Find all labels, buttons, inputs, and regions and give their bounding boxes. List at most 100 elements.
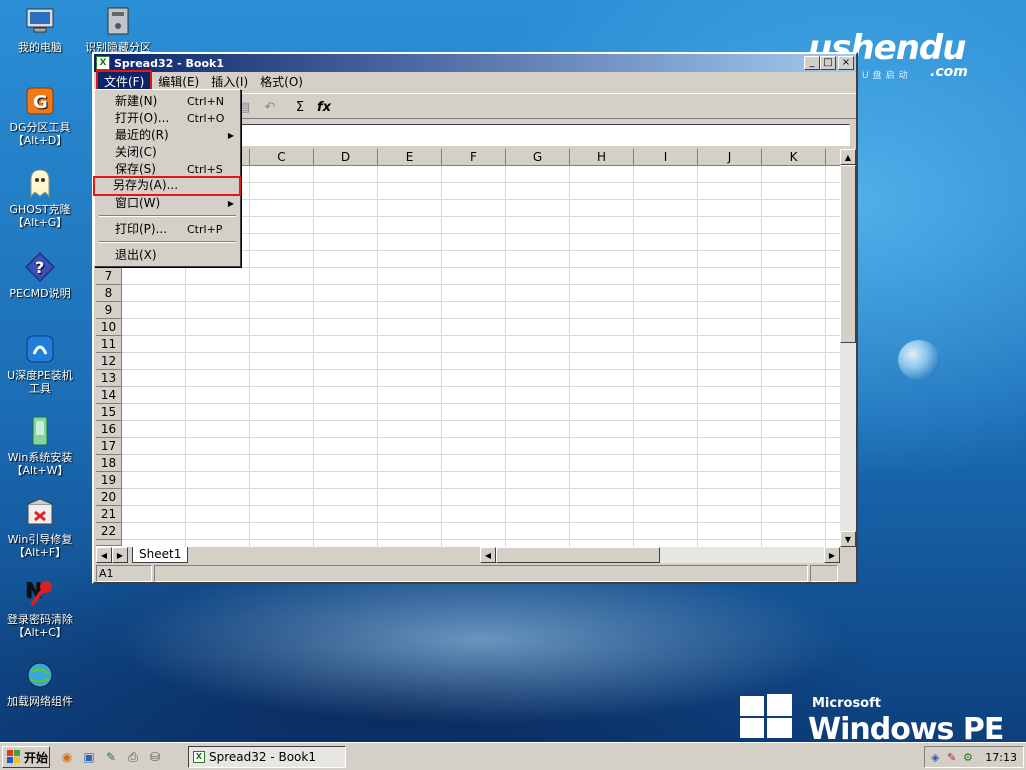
row-header[interactable]: 16 <box>96 421 122 438</box>
row-header[interactable]: 13 <box>96 370 122 387</box>
desktop-icon-password-clear[interactable]: N 登录密码清除 【Alt+C】 <box>0 576 80 639</box>
row-header[interactable]: 7 <box>96 268 122 285</box>
scroll-down-icon[interactable]: ▼ <box>840 531 856 547</box>
row-header-partial[interactable] <box>96 540 122 546</box>
horizontal-scrollbar[interactable]: ◀ ▶ <box>480 547 840 563</box>
desktop-icon-network[interactable]: 加载网络组件 <box>0 658 80 708</box>
tray-edit-icon[interactable]: ✎ <box>947 751 956 764</box>
sheet-tab-bar: ◀ ▶ Sheet1 ◀ ▶ <box>96 547 856 563</box>
installer-icon <box>23 332 57 366</box>
row-header[interactable]: 18 <box>96 455 122 472</box>
window-title: Spread32 - Book1 <box>114 56 224 70</box>
repair-icon <box>23 496 57 530</box>
vertical-scrollbar[interactable]: ▲ ▼ <box>840 149 856 547</box>
row-header[interactable]: 22 <box>96 523 122 540</box>
close-button[interactable]: × <box>838 56 854 70</box>
maximize-icon: □ <box>823 57 833 68</box>
column-header[interactable]: C <box>250 149 314 166</box>
grid-row-line <box>122 454 840 455</box>
desktop-icon-boot-repair[interactable]: Win引导修复 【Alt+F】 <box>0 496 80 559</box>
grid-column-line <box>377 166 378 547</box>
desktop-icon-label: 登录密码清除 【Alt+C】 <box>7 613 73 639</box>
title-bar[interactable]: X Spread32 - Book1 <box>94 54 856 72</box>
desktop-icon-pe-installer[interactable]: U深度PE装机 工具 <box>0 332 80 395</box>
formula-bar-input[interactable] <box>240 124 850 146</box>
desktop-icon-label: PECMD说明 <box>9 287 71 300</box>
row-header[interactable]: 9 <box>96 302 122 319</box>
svg-text:N: N <box>25 578 42 602</box>
column-header[interactable]: F <box>442 149 506 166</box>
status-bar: A1 <box>96 565 856 583</box>
desktop-icon-dg-partition[interactable]: G DG分区工具 【Alt+D】 <box>0 84 80 147</box>
quicklaunch-tool-icon[interactable]: ✎ <box>102 748 120 766</box>
desktop-icon-hidden-partition[interactable]: 识别隐藏分区 <box>78 4 158 54</box>
drive-icon <box>101 4 135 38</box>
prev-sheet-icon[interactable]: ◀ <box>96 547 112 563</box>
tray-network-icon[interactable]: ◈ <box>931 751 939 764</box>
file-menu-item-new[interactable]: 新建(N) Ctrl+N <box>97 93 238 110</box>
row-header[interactable]: 19 <box>96 472 122 489</box>
desktop-icon-pecmd-help[interactable]: ? PECMD说明 <box>0 250 80 300</box>
menu-item-label: 另存为(A)... <box>113 178 179 192</box>
menu-format[interactable]: 格式(O) <box>254 72 309 91</box>
next-sheet-icon[interactable]: ▶ <box>112 547 128 563</box>
grid-column-line <box>633 166 634 547</box>
maximize-button[interactable]: □ <box>820 56 836 70</box>
quicklaunch-browser-icon[interactable]: ◉ <box>58 748 76 766</box>
help-icon: ? <box>23 250 57 284</box>
horizontal-scroll-thumb[interactable] <box>496 547 660 563</box>
column-header[interactable]: D <box>314 149 378 166</box>
column-header[interactable]: H <box>570 149 634 166</box>
desktop-icon-label: 我的电脑 <box>18 41 62 54</box>
column-header[interactable]: G <box>506 149 570 166</box>
row-header[interactable]: 8 <box>96 285 122 302</box>
file-menu-item-open[interactable]: 打开(O)... Ctrl+O <box>97 110 238 127</box>
file-menu-item-exit[interactable]: 退出(X) <box>97 247 238 264</box>
column-header[interactable]: E <box>378 149 442 166</box>
taskbar-item-spread32[interactable]: X Spread32 - Book1 <box>188 746 346 768</box>
tray-device-icon[interactable]: ⚙ <box>963 751 973 764</box>
quicklaunch-printer-icon[interactable]: ⎙ <box>124 748 142 766</box>
grid-row-line <box>122 505 840 506</box>
file-menu-item-recent[interactable]: 最近的(R) ▶ <box>97 127 238 144</box>
taskbar-item-label: Spread32 - Book1 <box>209 750 316 764</box>
sum-button[interactable]: Σ <box>290 97 310 117</box>
start-button[interactable]: 开始 <box>2 746 50 768</box>
start-label: 开始 <box>24 750 49 765</box>
row-header[interactable]: 12 <box>96 353 122 370</box>
scroll-up-icon[interactable]: ▲ <box>840 149 856 165</box>
desktop-icon-win-setup[interactable]: Win系统安装 【Alt+W】 <box>0 414 80 477</box>
column-header-partial[interactable] <box>826 149 840 166</box>
row-header[interactable]: 14 <box>96 387 122 404</box>
row-header[interactable]: 10 <box>96 319 122 336</box>
undo-icon[interactable]: ↶ <box>260 97 280 117</box>
desktop-icon-my-computer[interactable]: 我的电脑 <box>0 4 80 54</box>
row-header[interactable]: 21 <box>96 506 122 523</box>
row-header[interactable]: 17 <box>96 438 122 455</box>
file-menu-item-print[interactable]: 打印(P)... Ctrl+P <box>97 221 238 238</box>
menu-item-label: 新建(N) <box>115 94 158 108</box>
column-header[interactable]: I <box>634 149 698 166</box>
scroll-right-icon[interactable]: ▶ <box>824 547 840 563</box>
row-header[interactable]: 20 <box>96 489 122 506</box>
menu-item-label: 窗口(W) <box>115 196 161 210</box>
file-menu-item-close[interactable]: 关闭(C) <box>97 144 238 161</box>
minimize-button[interactable]: _ <box>804 56 820 70</box>
password-icon: N <box>23 576 57 610</box>
column-header[interactable]: J <box>698 149 762 166</box>
quicklaunch-explorer-icon[interactable]: ▣ <box>80 748 98 766</box>
column-header[interactable]: K <box>762 149 826 166</box>
microsoft-label: Microsoft <box>812 696 881 711</box>
vertical-scroll-thumb[interactable] <box>840 165 856 343</box>
row-header[interactable]: 11 <box>96 336 122 353</box>
row-header[interactable]: 15 <box>96 404 122 421</box>
scroll-left-icon[interactable]: ◀ <box>480 547 496 563</box>
desktop-icon-ghost[interactable]: GHOST克隆 【Alt+G】 <box>0 166 80 229</box>
file-menu-item-save-as[interactable]: 另存为(A)... <box>93 176 241 196</box>
function-button[interactable]: fx <box>314 97 334 117</box>
quicklaunch-disk-icon[interactable]: ⛁ <box>146 748 164 766</box>
sheet-tab[interactable]: Sheet1 <box>132 547 189 563</box>
clock: 17:13 <box>985 750 1017 764</box>
desktop-icon-label: Win引导修复 【Alt+F】 <box>7 533 73 559</box>
file-menu-item-window[interactable]: 窗口(W) ▶ <box>97 195 238 212</box>
